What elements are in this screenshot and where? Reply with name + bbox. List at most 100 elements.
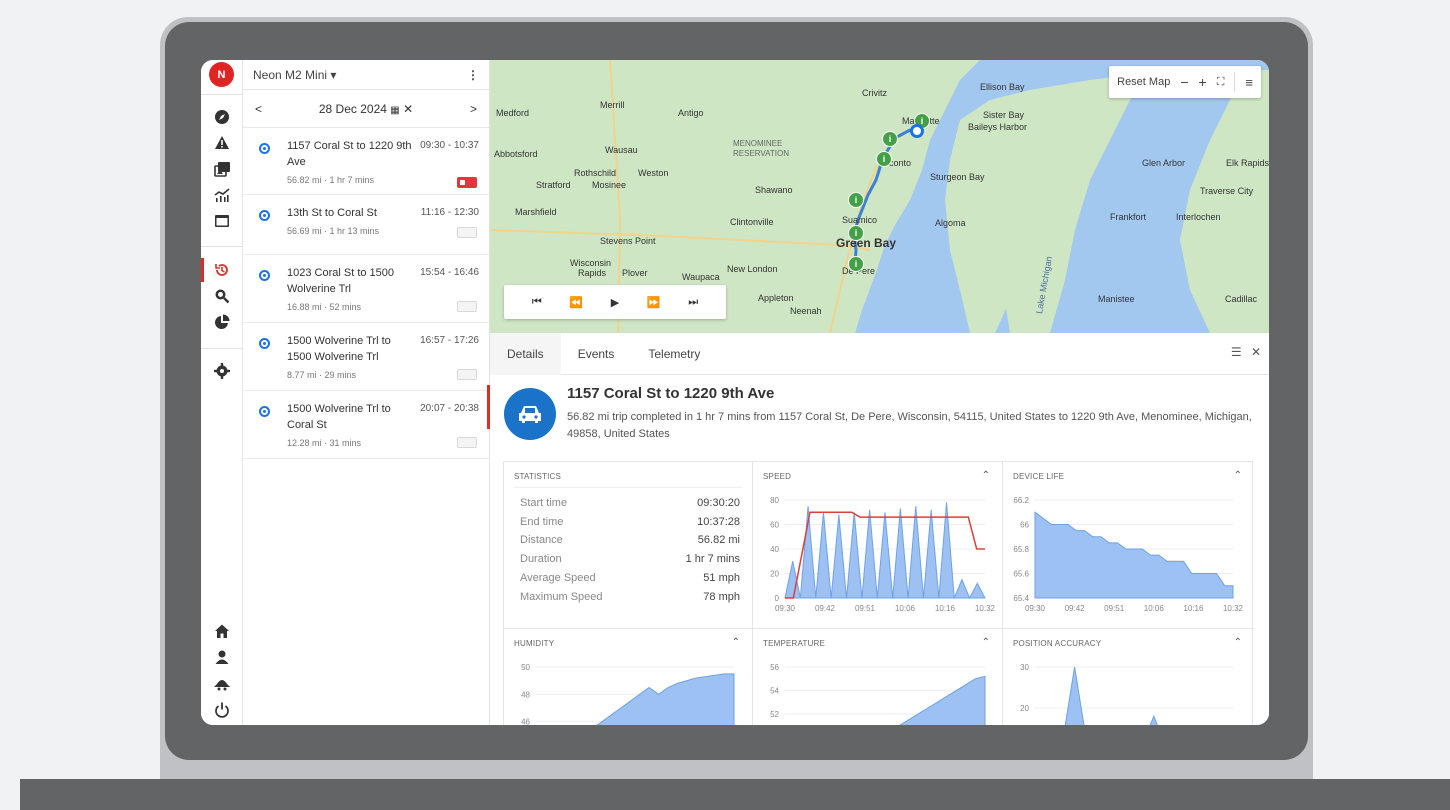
calendar-icon[interactable]: ▦ bbox=[390, 105, 399, 116]
chevron-down-icon: ▾ bbox=[330, 67, 337, 82]
map-place-label: New London bbox=[727, 264, 778, 274]
gallery-icon[interactable] bbox=[211, 158, 233, 180]
map-place-label: Neenah bbox=[790, 306, 822, 316]
device-header: Neon M2 Mini ▾ ⋮ bbox=[243, 60, 489, 90]
humidity-card: HUMIDITY ⌃ 46 48 50 bbox=[504, 629, 753, 725]
trip-item[interactable]: 1157 Coral St to 1220 9th Ave 09:30 - 10… bbox=[243, 128, 489, 195]
trip-item[interactable]: 13th St to Coral St 11:16 - 12:30 56.69 … bbox=[243, 195, 489, 255]
info-marker-icon[interactable]: i bbox=[882, 131, 898, 147]
next-date-button[interactable]: > bbox=[470, 102, 477, 116]
zoom-in-icon[interactable]: + bbox=[1199, 74, 1207, 90]
rewind-icon[interactable]: ⏪ bbox=[569, 296, 583, 309]
search-icon[interactable] bbox=[211, 285, 233, 307]
play-icon[interactable]: ▶ bbox=[611, 296, 619, 309]
map-place-label: Stratford bbox=[536, 180, 571, 190]
home-icon[interactable] bbox=[211, 620, 233, 642]
user-icon[interactable] bbox=[211, 646, 233, 668]
stat-label: Maximum Speed bbox=[520, 591, 603, 603]
history-icon[interactable] bbox=[211, 259, 233, 281]
x-tick-label: 10:32 bbox=[975, 604, 996, 613]
map-place-label: Suamico bbox=[842, 215, 878, 225]
map-place-label: Weston bbox=[638, 168, 669, 178]
toggle-view-icon[interactable]: ☰ bbox=[1231, 345, 1242, 359]
pie-chart-icon[interactable] bbox=[211, 311, 233, 333]
car-icon bbox=[504, 388, 556, 440]
window-icon[interactable] bbox=[211, 210, 233, 232]
y-tick-label: 0 bbox=[775, 594, 780, 603]
tab-details[interactable]: Details bbox=[490, 332, 561, 375]
map-place-label: Algoma bbox=[935, 218, 966, 228]
map-place-label: MENOMINEE bbox=[733, 139, 783, 148]
info-marker-icon[interactable]: i bbox=[876, 151, 892, 167]
trip-meta: 8.77 mi · 29 mins bbox=[287, 370, 357, 380]
trip-item[interactable]: 1500 Wolverine Trl to Coral St 20:07 - 2… bbox=[243, 391, 489, 459]
skip-end-icon[interactable]: ⏭ bbox=[688, 296, 698, 309]
prev-date-button[interactable]: < bbox=[255, 102, 262, 116]
map-place-label: Cadillac bbox=[1225, 294, 1258, 304]
trip-item[interactable]: 1023 Coral St to 1500 Wolverine Trl 15:5… bbox=[243, 255, 489, 323]
date-picker[interactable]: 28 Dec 2024 ▦ ✕ bbox=[319, 102, 413, 116]
fullscreen-icon[interactable]: ⛶ bbox=[1217, 76, 1225, 89]
tab-events[interactable]: Events bbox=[561, 333, 632, 375]
clear-date-icon[interactable]: ✕ bbox=[403, 102, 413, 116]
stat-value: 78 mph bbox=[703, 591, 740, 603]
trip-time: 15:54 - 16:46 bbox=[420, 267, 479, 278]
zoom-out-icon[interactable]: − bbox=[1180, 74, 1188, 90]
position-accuracy-chart: 2030 bbox=[1020, 663, 1233, 725]
skip-start-icon[interactable]: ⏮ bbox=[532, 296, 542, 309]
power-icon[interactable] bbox=[211, 699, 233, 721]
rail-divider bbox=[201, 246, 243, 247]
map-place-label: Wausau bbox=[605, 145, 638, 155]
metrics-grid: STATISTICS Start time 09:30:20 End time 10… bbox=[503, 461, 1254, 725]
tab-telemetry[interactable]: Telemetry bbox=[631, 333, 717, 375]
area-series bbox=[596, 673, 735, 725]
map-place-label: Mosinee bbox=[592, 180, 627, 190]
map-place-label: Marshfield bbox=[515, 207, 557, 217]
avatar[interactable]: N bbox=[209, 62, 234, 87]
info-marker-icon[interactable]: i bbox=[848, 225, 864, 241]
trip-meta: 16.88 mi · 52 mins bbox=[287, 302, 362, 312]
stat-row: Duration 1 hr 7 mins bbox=[520, 553, 740, 565]
stat-value: 51 mph bbox=[703, 572, 740, 584]
trip-title: 1157 Coral St to 1220 9th Ave bbox=[287, 140, 412, 168]
laptop-base bbox=[20, 779, 1450, 810]
y-tick-label: 56 bbox=[770, 663, 779, 672]
trip-toggle[interactable] bbox=[457, 437, 477, 448]
y-tick-label: 20 bbox=[1020, 704, 1029, 713]
y-tick-label: 66.2 bbox=[1013, 496, 1029, 505]
map-place-label: Sturgeon Bay bbox=[930, 172, 985, 182]
map-place-label: Sister Bay bbox=[983, 110, 1025, 120]
device-selector[interactable]: Neon M2 Mini ▾ bbox=[253, 68, 336, 82]
trip-time: 20:07 - 20:38 bbox=[420, 403, 479, 414]
analytics-icon[interactable] bbox=[211, 184, 233, 206]
device-life-chart: 65.4 65.6 65.8 66 66.2 09:30 09:42 09:51 10:06 10… bbox=[1013, 496, 1243, 613]
close-icon[interactable]: ✕ bbox=[1251, 345, 1261, 359]
x-tick-label: 10:16 bbox=[1183, 604, 1204, 613]
trip-marker-icon bbox=[259, 338, 270, 349]
trip-toggle[interactable] bbox=[457, 369, 477, 380]
trip-toggle[interactable] bbox=[457, 177, 477, 188]
support-icon[interactable] bbox=[211, 672, 233, 694]
x-tick-label: 09:42 bbox=[815, 604, 836, 613]
map-place-label: Clintonville bbox=[730, 217, 774, 227]
gear-icon[interactable] bbox=[211, 360, 233, 382]
map-place-label: Elk Rapids bbox=[1226, 158, 1269, 168]
area-series bbox=[1064, 666, 1158, 725]
menu-icon[interactable]: ≡ bbox=[1245, 75, 1253, 90]
position-accuracy-card: POSITION ACCURACY ⌃ 20 30 bbox=[1003, 629, 1254, 725]
trip-item[interactable]: 1500 Wolverine Trl to 1500 Wolverine Trl… bbox=[243, 323, 489, 391]
map-view[interactable]: Crivitz Ellison Bay Sister Bay Baileys Harb… bbox=[490, 60, 1269, 333]
fast-forward-icon[interactable]: ⏩ bbox=[647, 296, 661, 309]
info-marker-icon[interactable]: i bbox=[848, 256, 864, 272]
reset-map-button[interactable]: Reset Map bbox=[1117, 76, 1170, 88]
speed-card: SPEED ⌃ 0 20 40 60 80 09:30 09:42 09:51 10:06 10:… bbox=[753, 462, 1003, 629]
more-vertical-icon[interactable]: ⋮ bbox=[467, 68, 479, 82]
trip-toggle[interactable] bbox=[457, 227, 477, 238]
end-point-marker[interactable] bbox=[910, 124, 924, 138]
compass-icon[interactable] bbox=[211, 106, 233, 128]
y-tick-label: 50 bbox=[521, 663, 530, 672]
alert-icon[interactable] bbox=[211, 132, 233, 154]
speed-chart: 0 20 40 60 80 09:30 09:42 09:51 10:06 10:16 10:32 bbox=[770, 496, 996, 613]
info-marker-icon[interactable]: i bbox=[848, 192, 864, 208]
trip-toggle[interactable] bbox=[457, 301, 477, 312]
